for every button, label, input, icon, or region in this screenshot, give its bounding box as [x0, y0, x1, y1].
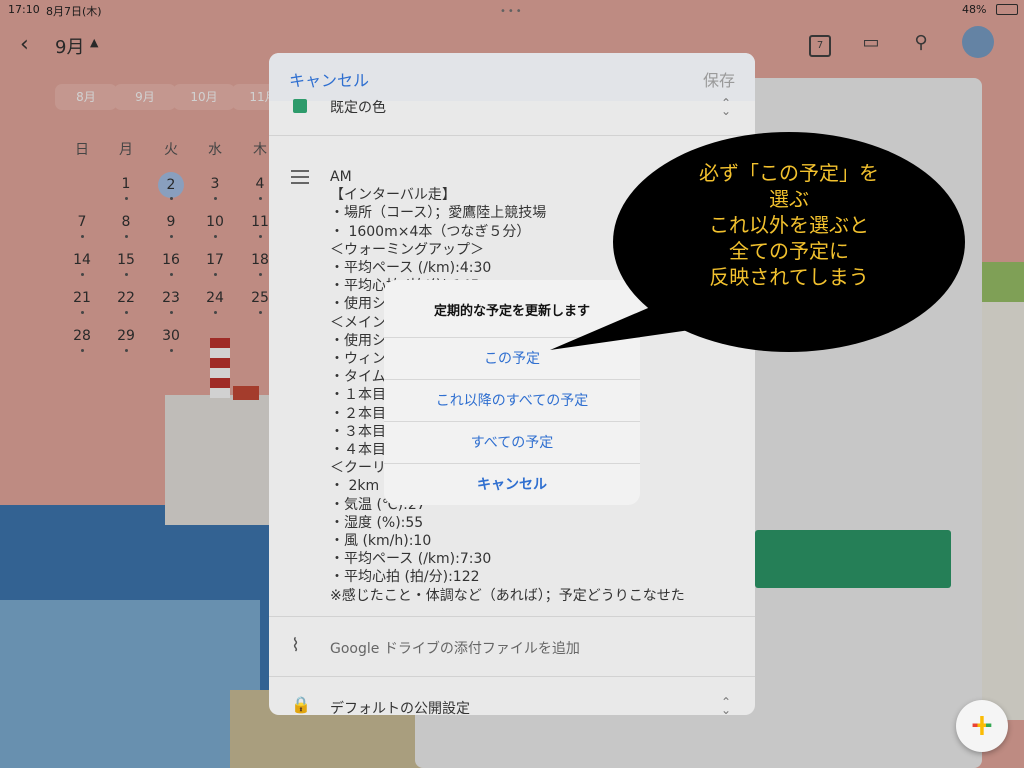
- lock-icon: 🔒: [291, 695, 311, 714]
- description-line: ・平均心拍 (拍/分):122: [330, 569, 480, 586]
- notes-icon: [291, 170, 309, 188]
- description-line: ・風 (km/h):10: [330, 533, 432, 550]
- chevron-updown-icon[interactable]: ⌃ ⌄: [721, 97, 731, 117]
- annotation-line: これ以外を選ぶと: [709, 213, 869, 237]
- color-label[interactable]: 既定の色: [330, 97, 386, 117]
- divider: [269, 135, 755, 136]
- description-line: ・湿度 (%):55: [330, 514, 424, 531]
- paperclip-icon: ⌇: [291, 635, 300, 656]
- description-line: ・平均ペース (/km):7:30: [330, 551, 492, 568]
- following-events-option[interactable]: これ以降のすべての予定: [384, 379, 640, 422]
- all-events-option[interactable]: すべての予定: [384, 421, 640, 464]
- visibility-setting[interactable]: デフォルトの公開設定: [330, 698, 470, 715]
- sheet-cancel-button[interactable]: キャンセル: [289, 67, 369, 91]
- annotation-line: 必ず「この予定」を: [699, 161, 879, 185]
- annotation-line: 全ての予定に: [729, 239, 849, 263]
- sheet-save-button[interactable]: 保存: [703, 67, 735, 91]
- description-line: ※感じたこと・体調など（あれば）；予定どうりこなせた: [330, 587, 685, 604]
- add-attachment-button[interactable]: Google ドライブの添付ファイルを追加: [330, 638, 580, 658]
- plus-icon: +: [969, 708, 995, 743]
- annotation-line: 選ぶ: [769, 187, 809, 211]
- color-swatch[interactable]: [293, 99, 307, 113]
- annotation-line: 反映されてしまう: [709, 265, 869, 289]
- dialog-cancel-button[interactable]: キャンセル: [384, 463, 640, 505]
- create-event-fab[interactable]: +: [956, 700, 1008, 752]
- divider: [269, 616, 755, 617]
- chevron-updown-icon[interactable]: ⌃ ⌄: [721, 696, 731, 715]
- annotation-text: 必ず「この予定」を 選ぶ これ以外を選ぶと 全ての予定に 反映されてしまう: [613, 160, 965, 290]
- divider: [269, 676, 755, 677]
